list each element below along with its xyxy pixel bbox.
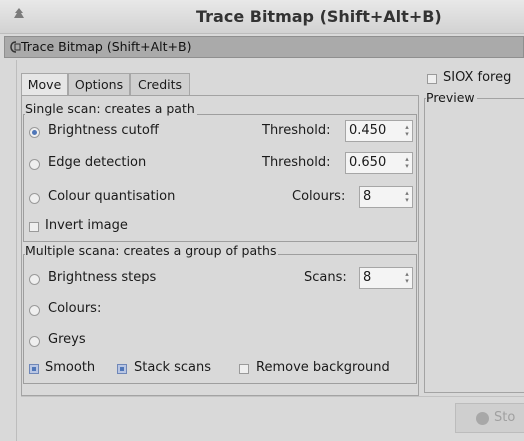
siox-checkbox[interactable] <box>427 74 437 84</box>
smooth-label[interactable]: Smooth <box>45 360 95 375</box>
tab-options[interactable]: Options <box>68 73 130 95</box>
brightness-cutoff-label[interactable]: Brightness cutoff <box>48 123 159 138</box>
dock-titlebar[interactable]: Trace Bitmap (Shift+Alt+B) <box>4 36 524 58</box>
brightness-threshold-spinbox[interactable]: 0.450 ▴ ▾ <box>345 120 413 142</box>
colours-count-value: 8 <box>363 189 372 204</box>
greys-radio[interactable] <box>29 336 40 347</box>
stop-button[interactable]: Sto <box>455 403 524 433</box>
spin-arrows-icon[interactable]: ▴ ▾ <box>404 271 410 285</box>
brightness-steps-radio[interactable] <box>29 274 40 285</box>
brightness-cutoff-radio[interactable] <box>29 127 40 138</box>
tab-move[interactable]: Move <box>21 73 68 96</box>
brightness-threshold-label: Threshold: <box>262 123 331 138</box>
remove-background-label[interactable]: Remove background <box>256 360 390 375</box>
preview-label: Preview <box>426 90 477 105</box>
colour-quantisation-label[interactable]: Colour quantisation <box>48 189 175 204</box>
preview-frame <box>424 98 524 393</box>
stop-button-label: Sto <box>494 410 516 425</box>
edge-threshold-spinbox[interactable]: 0.650 ▴ ▾ <box>345 152 413 174</box>
siox-label[interactable]: SIOX foreg <box>443 70 511 85</box>
window-titlebar[interactable]: Trace Bitmap (Shift+Alt+B) <box>0 0 524 34</box>
edge-threshold-value: 0.650 <box>349 155 387 170</box>
colour-quantisation-radio[interactable] <box>29 193 40 204</box>
brightness-steps-label[interactable]: Brightness steps <box>48 270 156 285</box>
remove-background-checkbox[interactable] <box>239 364 249 374</box>
spin-arrows-icon[interactable]: ▴ ▾ <box>404 124 410 138</box>
greys-label[interactable]: Greys <box>48 332 86 347</box>
dock-title-label: Trace Bitmap (Shift+Alt+B) <box>21 39 192 54</box>
stack-scans-checkbox[interactable] <box>117 364 127 374</box>
spin-arrows-icon[interactable]: ▴ ▾ <box>404 190 410 204</box>
colours-count-spinbox[interactable]: 8 ▴ ▾ <box>359 186 413 208</box>
scans-label: Scans: <box>304 270 347 285</box>
smooth-checkbox[interactable] <box>29 364 39 374</box>
invert-image-checkbox[interactable] <box>29 222 39 232</box>
colours-radio[interactable] <box>29 305 40 316</box>
stack-scans-label[interactable]: Stack scans <box>134 360 211 375</box>
stop-icon <box>476 412 489 425</box>
colours-count-label: Colours: <box>292 189 346 204</box>
invert-image-label[interactable]: Invert image <box>45 218 128 233</box>
scans-spinbox[interactable]: 8 ▴ ▾ <box>359 267 413 289</box>
left-divider <box>16 60 17 441</box>
edge-detection-label[interactable]: Edge detection <box>48 155 146 170</box>
window-title: Trace Bitmap (Shift+Alt+B) <box>196 7 442 26</box>
inkscape-app-icon <box>14 8 24 18</box>
bottom-separator <box>21 396 524 397</box>
edge-detection-radio[interactable] <box>29 159 40 170</box>
spin-arrows-icon[interactable]: ▴ ▾ <box>404 156 410 170</box>
colours-label[interactable]: Colours: <box>48 301 101 316</box>
edge-threshold-label: Threshold: <box>262 155 331 170</box>
brightness-threshold-value: 0.450 <box>349 123 387 138</box>
scans-value: 8 <box>363 270 372 285</box>
tab-credits[interactable]: Credits <box>130 73 190 95</box>
